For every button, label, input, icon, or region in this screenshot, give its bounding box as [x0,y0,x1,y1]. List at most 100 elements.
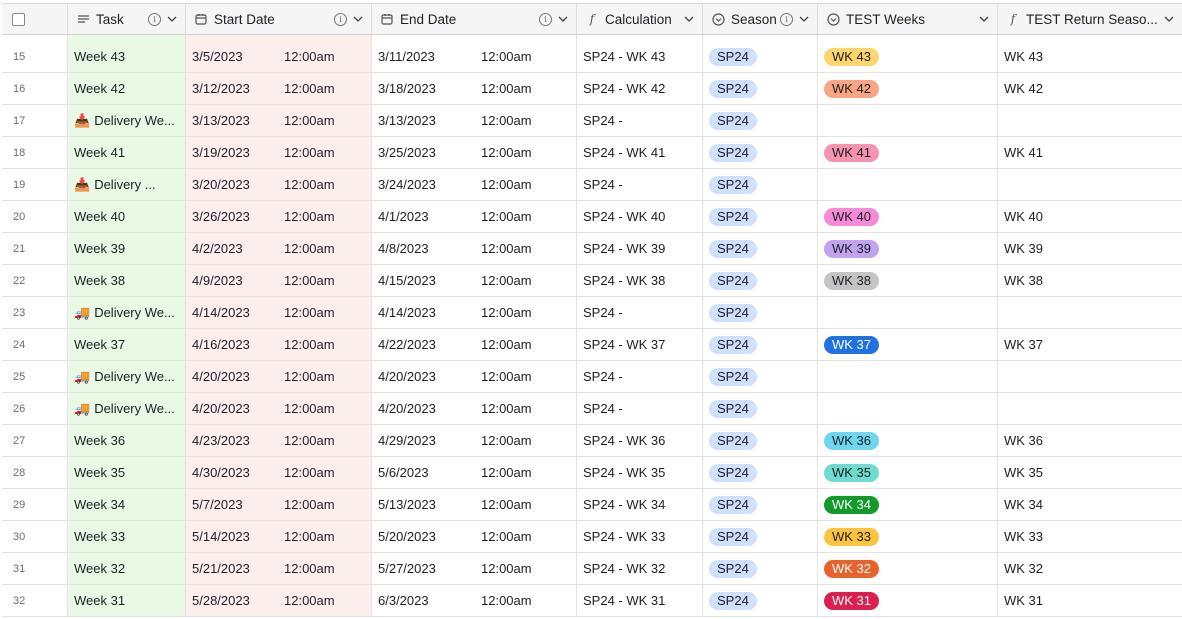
test-weeks-cell[interactable]: WK 34 [818,489,998,520]
test-weeks-cell[interactable]: WK 42 [818,73,998,104]
calculation-cell[interactable]: SP24 - WK 37 [577,329,703,360]
end-date-cell[interactable]: 4/22/2023 12:00am [372,329,577,360]
start-date-cell[interactable]: 3/12/2023 12:00am [186,73,372,104]
season-cell[interactable]: SP24 [703,297,818,328]
task-cell[interactable]: Week 38 [68,265,186,296]
start-date-cell[interactable]: 4/14/2023 12:00am [186,297,372,328]
test-weeks-cell[interactable] [818,297,998,328]
end-date-cell[interactable]: 5/20/2023 12:00am [372,521,577,552]
season-cell[interactable]: SP24 [703,73,818,104]
task-cell[interactable]: Week 42 [68,73,186,104]
start-date-cell[interactable]: 5/28/2023 12:00am [186,585,372,616]
end-date-cell[interactable]: 5/6/2023 12:00am [372,457,577,488]
chevron-down-icon[interactable] [1164,14,1174,24]
table-row[interactable]: 27 Week 36 4/23/2023 12:00am 4/29/2023 12:00a… [2,425,1182,457]
season-cell[interactable]: SP24 [703,521,818,552]
end-date-cell[interactable]: 3/11/2023 12:00am [372,41,577,72]
task-cell[interactable]: Week 37 [68,329,186,360]
column-header-start-date[interactable]: Start Date i [186,4,372,34]
info-icon[interactable]: i [780,12,793,26]
table-row[interactable]: 31 Week 32 5/21/2023 12:00am 5/27/2023 12:00a… [2,553,1182,585]
calculation-cell[interactable]: SP24 - WK 40 [577,201,703,232]
task-cell[interactable]: Week 41 [68,137,186,168]
test-return-season-cell[interactable]: WK 32 [998,553,1182,584]
test-weeks-cell[interactable]: WK 43 [818,41,998,72]
calculation-cell[interactable]: SP24 - [577,169,703,200]
task-cell[interactable]: Week 36 [68,425,186,456]
start-date-cell[interactable]: 4/20/2023 12:00am [186,361,372,392]
task-cell[interactable]: Week 32 [68,553,186,584]
chevron-down-icon[interactable] [167,14,177,24]
test-return-season-cell[interactable] [998,393,1182,424]
end-date-cell[interactable]: 5/13/2023 12:00am [372,489,577,520]
end-date-cell[interactable]: 6/3/2023 12:00am [372,585,577,616]
table-row[interactable]: 32 Week 31 5/28/2023 12:00am 6/3/2023 12:00am… [2,585,1182,617]
column-header-test-return-season[interactable]: f TEST Return Seaso... [998,4,1182,34]
season-cell[interactable]: SP24 [703,201,818,232]
season-cell[interactable]: SP24 [703,329,818,360]
season-cell[interactable]: SP24 [703,553,818,584]
test-return-season-cell[interactable]: WK 37 [998,329,1182,360]
chevron-down-icon[interactable] [353,14,363,24]
table-row[interactable]: 17 📥 Delivery We... 3/13/2023 12:00am 3/13/20… [2,105,1182,137]
table-row[interactable]: 26 🚚 Delivery We... 4/20/2023 12:00am 4/20/20… [2,393,1182,425]
start-date-cell[interactable]: 3/13/2023 12:00am [186,105,372,136]
select-all-checkbox[interactable] [12,12,25,26]
season-cell[interactable]: SP24 [703,361,818,392]
table-row[interactable]: 25 🚚 Delivery We... 4/20/2023 12:00am 4/20/20… [2,361,1182,393]
start-date-cell[interactable]: 4/2/2023 12:00am [186,233,372,264]
test-return-season-cell[interactable]: WK 41 [998,137,1182,168]
task-cell[interactable]: Week 34 [68,489,186,520]
table-row[interactable]: 19 📥 Delivery ... 3/20/2023 12:00am 3/24/2023… [2,169,1182,201]
test-weeks-cell[interactable]: WK 39 [818,233,998,264]
season-cell[interactable]: SP24 [703,137,818,168]
task-cell[interactable]: 🚚 Delivery We... [68,297,186,328]
column-header-test-weeks[interactable]: TEST Weeks [818,4,998,34]
chevron-down-icon[interactable] [558,14,568,24]
season-cell[interactable]: SP24 [703,585,818,616]
test-weeks-cell[interactable] [818,105,998,136]
test-return-season-cell[interactable]: WK 33 [998,521,1182,552]
calculation-cell[interactable]: SP24 - WK 41 [577,137,703,168]
info-icon[interactable]: i [334,12,347,26]
test-weeks-cell[interactable] [818,361,998,392]
start-date-cell[interactable]: 3/26/2023 12:00am [186,201,372,232]
test-return-season-cell[interactable]: WK 36 [998,425,1182,456]
column-header-task[interactable]: Task i [68,4,186,34]
test-weeks-cell[interactable]: WK 37 [818,329,998,360]
calculation-cell[interactable]: SP24 - WK 36 [577,425,703,456]
season-cell[interactable]: SP24 [703,393,818,424]
info-icon[interactable]: i [148,12,161,26]
calculation-cell[interactable]: SP24 - WK 33 [577,521,703,552]
calculation-cell[interactable]: SP24 - WK 32 [577,553,703,584]
task-cell[interactable]: 📥 Delivery We... [68,105,186,136]
calculation-cell[interactable]: SP24 - WK 34 [577,489,703,520]
task-cell[interactable]: 🚚 Delivery We... [68,361,186,392]
table-row[interactable]: 22 Week 38 4/9/2023 12:00am 4/15/2023 12:00am… [2,265,1182,297]
test-weeks-cell[interactable]: WK 40 [818,201,998,232]
end-date-cell[interactable]: 4/14/2023 12:00am [372,297,577,328]
calculation-cell[interactable]: SP24 - WK 42 [577,73,703,104]
season-cell[interactable]: SP24 [703,233,818,264]
end-date-cell[interactable]: 3/25/2023 12:00am [372,137,577,168]
calculation-cell[interactable]: SP24 - [577,297,703,328]
test-return-season-cell[interactable]: WK 34 [998,489,1182,520]
test-weeks-cell[interactable]: WK 41 [818,137,998,168]
test-weeks-cell[interactable]: WK 38 [818,265,998,296]
start-date-cell[interactable]: 5/14/2023 12:00am [186,521,372,552]
end-date-cell[interactable]: 3/18/2023 12:00am [372,73,577,104]
table-row[interactable]: 16 Week 42 3/12/2023 12:00am 3/18/2023 12:00a… [2,73,1182,105]
start-date-cell[interactable]: 4/20/2023 12:00am [186,393,372,424]
test-weeks-cell[interactable] [818,393,998,424]
task-cell[interactable]: Week 43 [68,41,186,72]
end-date-cell[interactable]: 4/15/2023 12:00am [372,265,577,296]
calculation-cell[interactable]: SP24 - WK 38 [577,265,703,296]
table-row[interactable]: 15 Week 43 3/5/2023 12:00am 3/11/2023 12:00am… [2,41,1182,73]
season-cell[interactable]: SP24 [703,105,818,136]
end-date-cell[interactable]: 4/29/2023 12:00am [372,425,577,456]
season-cell[interactable]: SP24 [703,489,818,520]
calculation-cell[interactable]: SP24 - WK 35 [577,457,703,488]
table-row[interactable]: 24 Week 37 4/16/2023 12:00am 4/22/2023 12:00a… [2,329,1182,361]
start-date-cell[interactable]: 3/5/2023 12:00am [186,41,372,72]
end-date-cell[interactable]: 3/24/2023 12:00am [372,169,577,200]
